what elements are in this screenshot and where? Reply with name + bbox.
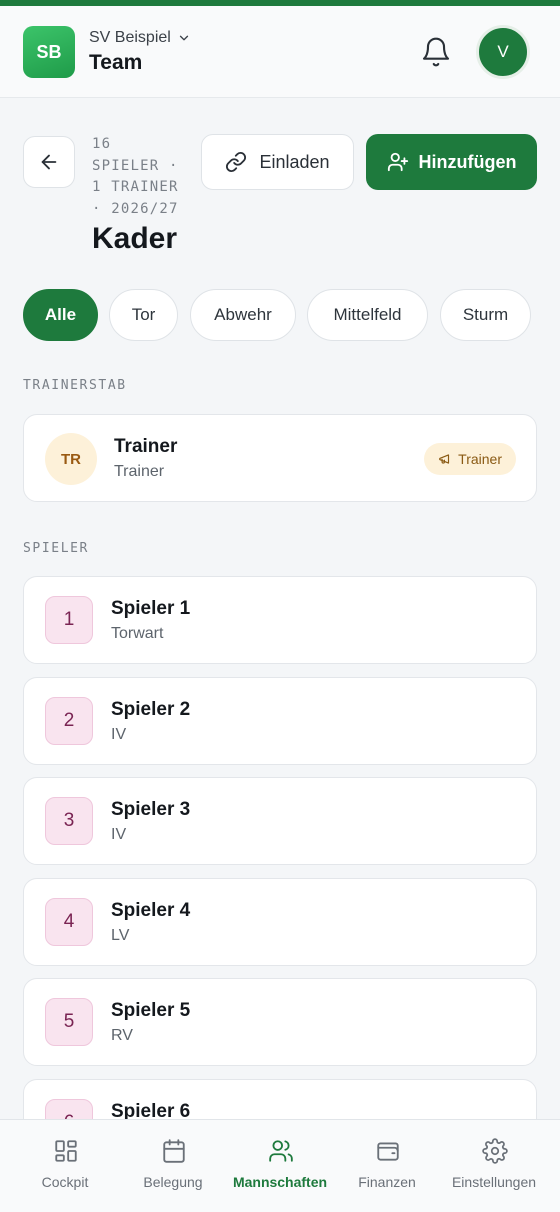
club-logo[interactable]: SB [23, 26, 75, 78]
nav-label: Mannschaften [232, 1174, 328, 1190]
nav-label: Einstellungen [451, 1174, 537, 1190]
staff-card[interactable]: TR Trainer Trainer Trainer [23, 414, 537, 502]
meta-season: · 2026/27 [92, 200, 179, 217]
player-name: Spieler 5 [111, 1000, 191, 1021]
header-context-title: Team [89, 51, 143, 74]
nav-belegung[interactable]: Belegung [117, 1120, 229, 1212]
staff-role: Trainer [114, 463, 165, 480]
bell-icon[interactable] [420, 36, 452, 68]
page-title: Kader [92, 222, 178, 255]
section-label-staff: TRAINERSTAB [23, 378, 127, 393]
jersey-number: 4 [45, 898, 93, 946]
player-position: Torwart [111, 625, 164, 642]
player-name: Spieler 2 [111, 699, 191, 720]
users-icon [269, 1140, 293, 1162]
link-icon [226, 151, 247, 173]
bottom-navigation: Cockpit Belegung Mannschaften Finanzen E… [0, 1119, 560, 1212]
meta-players-label: SPIELER · [92, 157, 179, 174]
player-name: Spieler 3 [111, 799, 191, 820]
player-card[interactable]: 3 Spieler 3 IV [23, 777, 537, 865]
filter-midfield[interactable]: Mittelfeld [307, 289, 428, 341]
player-position: IV [111, 826, 127, 843]
jersey-number: 3 [45, 797, 93, 845]
nav-einstellungen[interactable]: Einstellungen [438, 1120, 550, 1212]
filter-attack[interactable]: Sturm [440, 289, 531, 341]
player-position: LV [111, 927, 130, 944]
staff-initials: TR [45, 433, 97, 485]
filter-defense[interactable]: Abwehr [190, 289, 296, 341]
add-member-button[interactable]: Hinzufügen [366, 134, 537, 190]
player-card[interactable]: 2 Spieler 2 IV [23, 677, 537, 765]
jersey-number: 1 [45, 596, 93, 644]
role-badge: Trainer [424, 443, 516, 475]
jersey-number: 2 [45, 697, 93, 745]
section-label-players: SPIELER [23, 541, 89, 556]
nav-finanzen[interactable]: Finanzen [331, 1120, 443, 1212]
grid-icon [55, 1140, 77, 1162]
player-card[interactable]: 5 Spieler 5 RV [23, 978, 537, 1066]
jersey-number: 5 [45, 998, 93, 1046]
player-position: RV [111, 1027, 133, 1044]
squad-meta: 16 SPIELER · 1 TRAINER · 2026/27 [92, 134, 192, 220]
user-plus-icon [387, 152, 408, 172]
gear-icon [482, 1138, 508, 1164]
nav-label: Belegung [143, 1174, 203, 1190]
nav-mannschaften[interactable]: Mannschaften [224, 1120, 336, 1212]
nav-cockpit[interactable]: Cockpit [9, 1120, 121, 1212]
app-header: SB SV Beispiel Team V [0, 6, 560, 98]
meta-player-count: 16 [92, 136, 112, 152]
player-position: IV [111, 726, 127, 743]
back-button[interactable] [23, 136, 75, 188]
user-avatar[interactable]: V [476, 25, 530, 79]
meta-trainer-count: 1 TRAINER [92, 179, 179, 195]
role-badge-label: Trainer [458, 451, 502, 467]
club-switcher[interactable]: SV Beispiel [89, 29, 191, 47]
calendar-icon [163, 1139, 185, 1163]
add-label: Hinzufügen [418, 151, 517, 172]
filter-all[interactable]: Alle [23, 289, 98, 341]
player-card[interactable]: 4 Spieler 4 LV [23, 878, 537, 966]
player-name: Spieler 1 [111, 598, 191, 619]
player-name: Spieler 4 [111, 900, 191, 921]
filter-goal[interactable]: Tor [109, 289, 178, 341]
club-name: SV Beispiel [89, 29, 171, 46]
invite-label: Einladen [259, 151, 330, 172]
player-card[interactable]: 1 Spieler 1 Torwart [23, 576, 537, 664]
chevron-down-icon [179, 35, 188, 41]
nav-label: Cockpit [41, 1174, 89, 1190]
arrow-left-icon [41, 154, 57, 170]
megaphone-icon [439, 454, 450, 464]
staff-name: Trainer [114, 436, 178, 457]
wallet-icon [377, 1142, 399, 1161]
invite-button[interactable]: Einladen [201, 134, 354, 190]
nav-label: Finanzen [358, 1174, 416, 1190]
